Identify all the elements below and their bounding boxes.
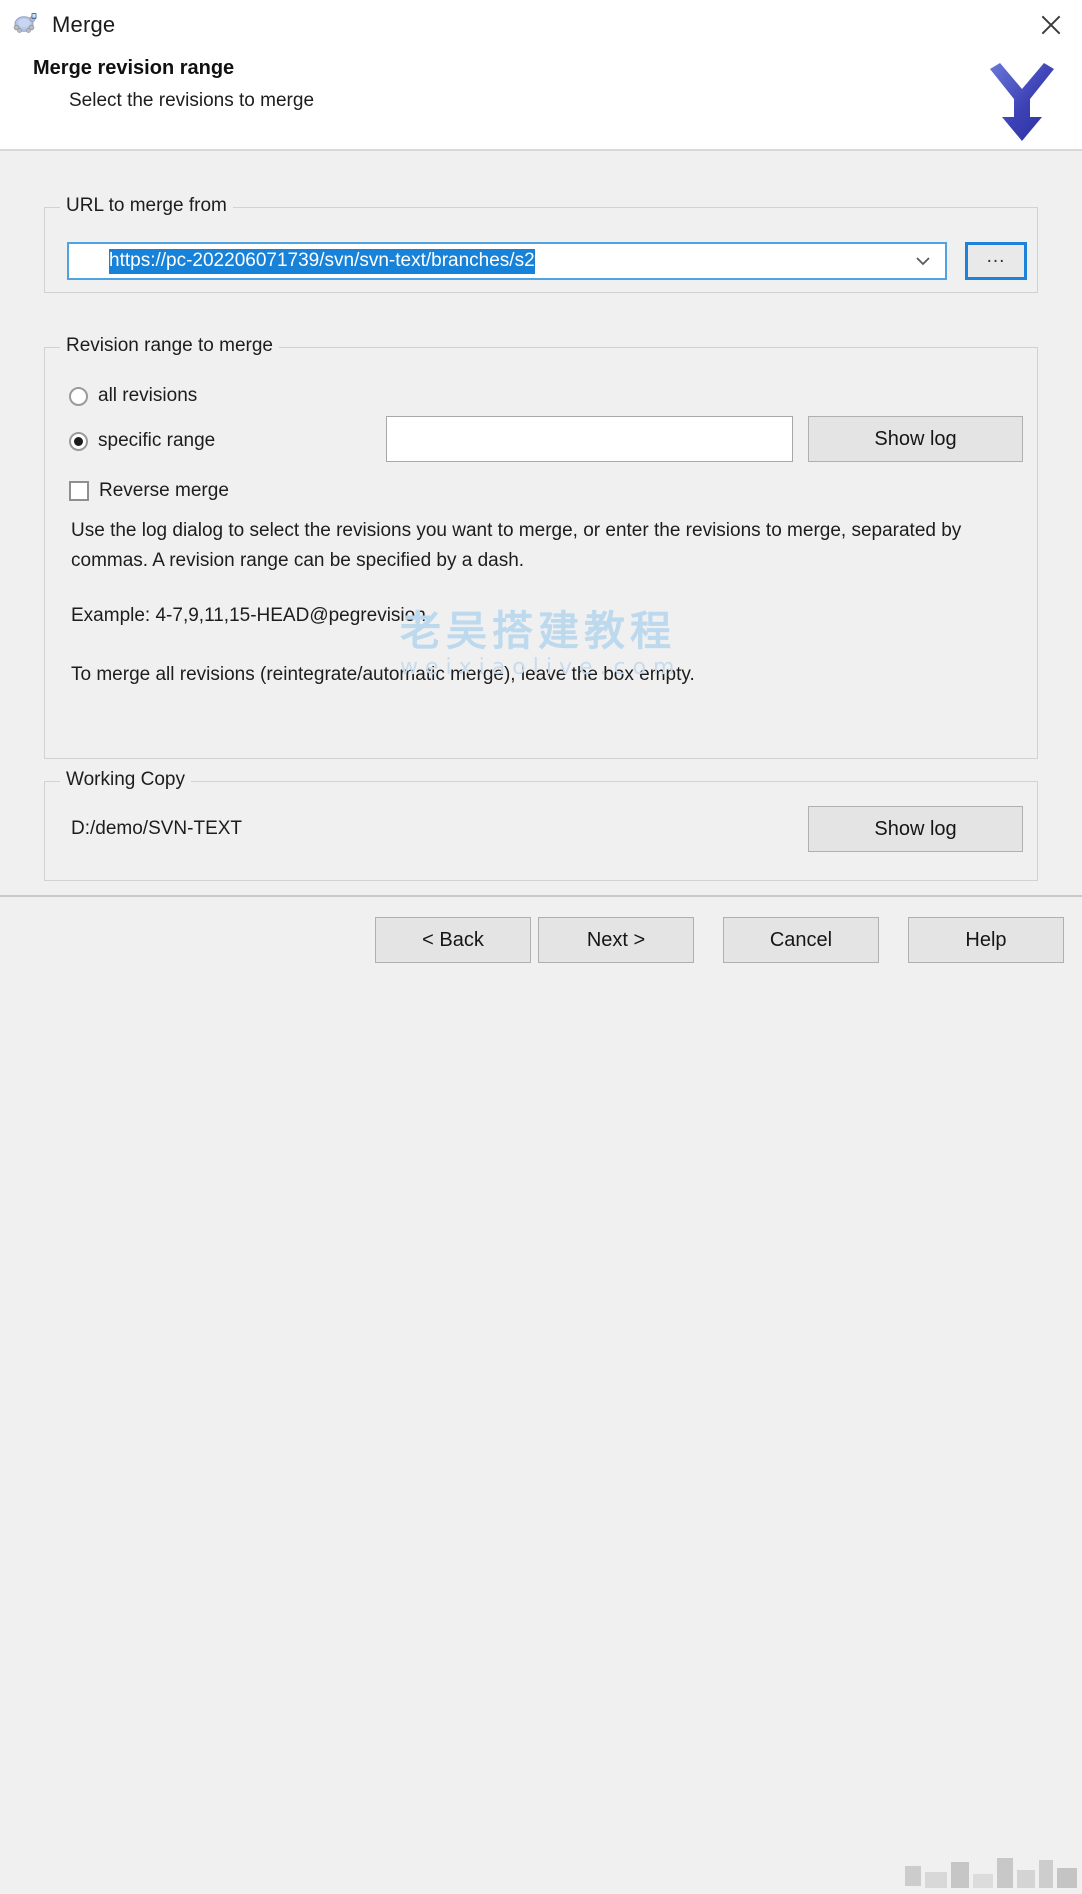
radio-all-revisions-label: all revisions: [98, 385, 198, 406]
close-icon[interactable]: [1020, 0, 1082, 50]
revision-range-input[interactable]: [386, 416, 793, 462]
help-text-example: Example: 4-7,9,11,15-HEAD@pegrevision: [71, 605, 426, 626]
revision-range-group: Revision range to merge all revisions sp…: [44, 335, 1038, 759]
checkbox-reverse-merge[interactable]: Reverse merge: [69, 480, 229, 502]
radio-specific-range[interactable]: specific range: [69, 430, 215, 452]
radio-all-revisions[interactable]: all revisions: [69, 385, 197, 407]
chevron-down-icon[interactable]: [913, 244, 933, 278]
pixelated-overlay-artifact: [905, 1852, 1080, 1894]
next-button[interactable]: Next >: [538, 917, 694, 963]
working-copy-group-label: Working Copy: [60, 769, 191, 791]
page-title: Merge revision range: [33, 57, 235, 79]
cancel-button[interactable]: Cancel: [723, 917, 879, 963]
dialog-footer: < Back Next > Cancel Help: [0, 897, 1082, 1888]
checkbox-reverse-merge-indicator[interactable]: [69, 481, 89, 501]
url-group-label: URL to merge from: [60, 195, 233, 217]
dialog-header: Merge revision range Select the revision…: [0, 50, 1082, 150]
revision-group-label: Revision range to merge: [60, 335, 279, 357]
radio-specific-range-indicator[interactable]: [69, 431, 88, 451]
page-subtitle: Select the revisions to merge: [69, 90, 315, 111]
checkbox-reverse-merge-label: Reverse merge: [99, 480, 229, 501]
show-log-working-copy-button[interactable]: Show log: [808, 806, 1023, 852]
url-group: URL to merge from https://pc-20220607173…: [44, 195, 1038, 293]
window-title: Merge: [52, 12, 116, 37]
merge-arrow-icon: [974, 55, 1070, 147]
working-copy-path: D:/demo/SVN-TEXT: [71, 818, 243, 839]
title-bar: Merge: [0, 0, 1082, 50]
radio-specific-range-label: specific range: [98, 430, 216, 451]
url-combobox[interactable]: https://pc-202206071739/svn/svn-text/bra…: [67, 242, 947, 280]
show-log-revisions-button[interactable]: Show log: [808, 416, 1023, 462]
help-button[interactable]: Help: [908, 917, 1064, 963]
dialog-body: URL to merge from https://pc-20220607173…: [0, 151, 1082, 895]
url-input-value[interactable]: https://pc-202206071739/svn/svn-text/bra…: [109, 248, 535, 274]
tortoise-icon: [10, 10, 40, 40]
help-text-reintegrate: To merge all revisions (reintegrate/auto…: [71, 664, 695, 685]
browse-button[interactable]: ...: [965, 242, 1027, 280]
help-text-usage: Use the log dialog to select the revisio…: [71, 520, 962, 571]
radio-all-revisions-indicator[interactable]: [69, 386, 88, 406]
back-button[interactable]: < Back: [375, 917, 531, 963]
working-copy-group: Working Copy D:/demo/SVN-TEXT Show log: [44, 769, 1038, 881]
